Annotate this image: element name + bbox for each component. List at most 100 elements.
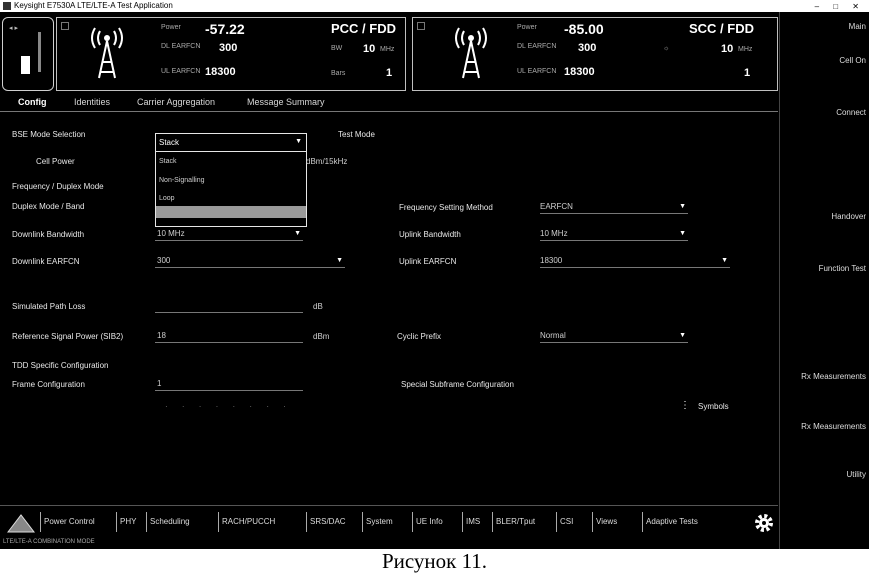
scc-ul-earfcn: 18300 [564,66,595,78]
pcc-dl-earfcn: 300 [219,42,238,54]
pcc-title: PCC / FDD [331,21,396,36]
dl-earfcn-value: 300 [157,256,171,265]
option-non-signalling[interactable]: Non-Signalling [159,177,205,184]
bottom-adaptive-tests[interactable]: Adaptive Tests [642,512,698,532]
scc-bw-value: 10 [721,43,734,55]
pcc-ul-label: UL EARFCN [161,68,201,75]
chevron-down-icon: ▼ [336,257,343,264]
cell-toggle-button[interactable]: ◂ ▸ [2,17,54,91]
freq-method-select[interactable]: EARFCN ▼ [540,201,688,214]
sidebar-connect[interactable]: Connect [836,108,866,117]
scc-dl-earfcn: 300 [578,42,597,54]
chevron-down-icon: ▼ [679,332,686,339]
gear-icon[interactable] [752,511,776,535]
scc-bw-unit: MHz [738,46,753,53]
scc-checkbox[interactable] [417,22,425,30]
tab-identities[interactable]: Identities [74,97,110,107]
cyclic-prefix-label: Cyclic Prefix [397,332,442,341]
bse-mode-options[interactable]: Stack Non-Signalling Loop [155,151,307,227]
app-icon [3,2,11,10]
pcc-panel[interactable]: Power -57.22 DL EARFCN 300 UL EARFCN 183… [56,17,406,91]
scc-title: SCC / FDD [689,21,754,36]
ref-power-input[interactable]: 18 [155,330,303,343]
subframe-pattern: · · · · · · · · [165,402,292,411]
frame-config-value: 1 [157,379,162,388]
bottom-views[interactable]: Views [592,512,617,532]
chevron-down-icon: ▼ [679,230,686,237]
ul-earfcn-value: 18300 [540,256,563,265]
sidebar-function-test[interactable]: Function Test [819,264,866,273]
cell-power-unit: dBm/15kHz [306,157,348,166]
frame-config-input[interactable]: 1 [155,378,303,391]
test-mode-label: Test Mode [338,130,375,139]
sidebar-utility[interactable]: Utility [846,470,866,479]
bottom-ims[interactable]: IMS [462,512,480,532]
status-text: LTE/LTE-A COMBINATION MODE [3,539,95,545]
tdd-config-label: TDD Specific Configuration [12,361,109,370]
pcc-checkbox[interactable] [61,22,69,30]
freq-method-label: Frequency Setting Method [399,203,493,212]
cyclic-prefix-select[interactable]: Normal ▼ [540,330,688,343]
bottom-rach-pucch[interactable]: RACH/PUCCH [218,512,275,532]
dl-earfcn-input[interactable]: 300 ▼ [155,255,345,268]
chevron-down-icon: ▼ [721,257,728,264]
ul-bw-value: 10 MHz [540,229,568,238]
pcc-bw-label: BW [331,45,343,52]
pcc-dl-label: DL EARFCN [161,43,201,50]
sidebar-handover[interactable]: Handover [831,212,866,221]
cell-level-indicator [38,32,41,72]
path-loss-unit: dB [313,302,323,311]
scc-bw-icon: ☼ [663,45,670,52]
bse-mode-value: Stack [159,138,180,147]
tab-carrier-aggregation[interactable]: Carrier Aggregation [137,97,215,107]
sidebar-main[interactable]: Main [849,22,866,31]
chevron-down-icon: ▼ [295,138,302,145]
duplex-band-label: Duplex Mode / Band [12,202,85,211]
home-icon[interactable] [6,512,36,534]
bottom-ue-info[interactable]: UE Info [412,512,443,532]
tab-config[interactable]: Config [18,97,47,107]
freq-method-value: EARFCN [540,202,573,211]
ul-bw-label: Uplink Bandwidth [399,230,461,239]
pcc-power-label: Power [161,24,181,31]
bottom-csi[interactable]: CSI [556,512,573,532]
symbols-label: Symbols [698,402,729,411]
freq-duplex-label: Frequency / Duplex Mode [12,182,104,191]
bottom-srs-dac[interactable]: SRS/DAC [306,512,346,532]
tab-message-summary[interactable]: Message Summary [247,97,325,107]
info-icon: ⋮ [680,400,690,411]
option-stack[interactable]: Stack [159,158,177,165]
bottom-system[interactable]: System [362,512,393,532]
sidebar-cell-on[interactable]: Cell On [839,56,866,65]
path-loss-input[interactable] [155,300,303,313]
pcc-bw-unit: MHz [380,46,395,53]
option-loop[interactable]: Loop [159,195,175,202]
pcc-count: 1 [386,67,393,79]
bse-mode-dropdown[interactable]: Stack ▼ [155,133,307,153]
bottom-phy[interactable]: PHY [116,512,136,532]
cell-toggle-indicator [21,56,30,74]
chevron-down-icon: ▼ [679,203,686,210]
ul-earfcn-input[interactable]: 18300 ▼ [540,255,730,268]
bottom-scheduling[interactable]: Scheduling [146,512,190,532]
bottom-bler-tput[interactable]: BLER/Tput [492,512,535,532]
bottom-power-control[interactable]: Power Control [40,512,95,532]
dl-bw-label: Downlink Bandwidth [12,230,85,239]
scc-ul-label: UL EARFCN [517,68,557,75]
option-highlight [156,206,306,218]
ref-power-value: 18 [157,331,166,340]
ul-earfcn-label: Uplink EARFCN [399,257,457,266]
scc-power-value: -85.00 [564,21,604,37]
chevron-down-icon: ▼ [294,230,301,237]
scc-power-label: Power [517,24,537,31]
special-subframe-label: Special Subframe Configuration [401,380,514,389]
dl-earfcn-label: Downlink EARFCN [12,257,80,266]
cyclic-prefix-value: Normal [540,331,566,340]
antenna-tower-icon [91,27,123,79]
tab-bar: Config Identities Carrier Aggregation Me… [0,94,778,112]
sidebar-tx-measurements[interactable]: Rx Measurements [801,422,866,431]
scc-panel[interactable]: Power -85.00 DL EARFCN 300 UL EARFCN 183… [412,17,778,91]
dl-bw-select[interactable]: 10 MHz ▼ [155,228,303,241]
sidebar-rx-measurements[interactable]: Rx Measurements [801,372,866,381]
ul-bw-select[interactable]: 10 MHz ▼ [540,228,688,241]
